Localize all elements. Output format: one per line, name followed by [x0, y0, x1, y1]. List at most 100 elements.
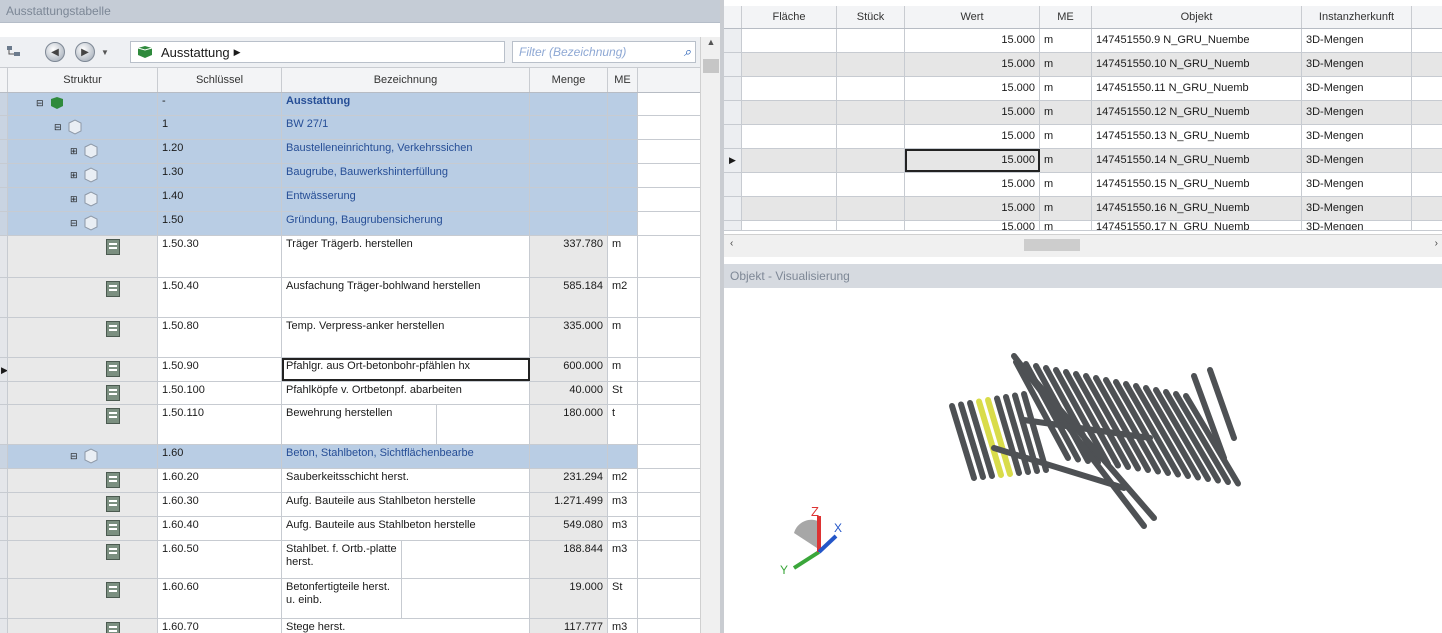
header-flaeche[interactable]: Fläche	[742, 6, 837, 28]
stueck-cell[interactable]	[837, 197, 905, 220]
quantity-cell[interactable]: 40.000	[530, 382, 608, 404]
tree-node[interactable]	[8, 405, 158, 444]
quantity-cell[interactable]: 180.000	[530, 405, 608, 444]
collapse-icon[interactable]: ⊟	[70, 217, 78, 230]
scroll-right-icon[interactable]: ›	[1435, 238, 1438, 249]
visualization-viewport[interactable]: Z X Y	[724, 288, 1442, 633]
table-row[interactable]: 1.50.40 Ausfachung Träger-bohlwand herst…	[0, 278, 700, 318]
objekt-cell[interactable]: 147451550.9 N_GRU_Nuembe	[1092, 29, 1302, 52]
scroll-thumb[interactable]	[703, 59, 719, 73]
description-cell[interactable]: Temp. Verpress-anker herstellen	[282, 318, 530, 357]
objekt-cell[interactable]: 147451550.12 N_GRU_Nuemb	[1092, 101, 1302, 124]
table-row[interactable]: ⊟ - Ausstattung	[0, 93, 700, 116]
description-edit-cell[interactable]: Pfahlgr. aus Ort-betonbohr-pfählen hx	[282, 358, 530, 381]
forward-button[interactable]: ▶	[74, 41, 96, 63]
flaeche-cell[interactable]	[742, 125, 837, 148]
stueck-cell[interactable]	[837, 29, 905, 52]
stueck-cell[interactable]	[837, 221, 905, 230]
description-cell[interactable]: Aufg. Bauteile aus Stahlbeton herstelle	[282, 493, 530, 516]
flaeche-cell[interactable]	[742, 101, 837, 124]
breadcrumb[interactable]: Ausstattung ▶	[130, 41, 505, 63]
collapse-icon[interactable]: ⊟	[36, 97, 44, 110]
header-wert[interactable]: Wert	[905, 6, 1040, 28]
header-objekt[interactable]: Objekt	[1092, 6, 1302, 28]
table-row[interactable]: 1.60.60 Betonfertigteile herst. u. einb.…	[0, 579, 700, 619]
instance-row[interactable]: 15.000 m 147451550.11 N_GRU_Nuemb 3D-Mengen	[724, 77, 1442, 101]
filter-input[interactable]: Filter (Bezeichnung) ⌕	[512, 41, 696, 63]
header-struktur[interactable]: Struktur	[8, 68, 158, 92]
objekt-cell[interactable]: 147451550.10 N_GRU_Nuemb	[1092, 53, 1302, 76]
quantity-cell[interactable]: 549.080	[530, 517, 608, 540]
flaeche-cell[interactable]	[742, 149, 837, 172]
table-row[interactable]: ⊞ 1.20 Baustelleneinrichtung, Verkehrssi…	[0, 140, 700, 164]
table-row[interactable]: 1.60.70 Stege herst. 117.777 m3	[0, 619, 700, 633]
wert-cell[interactable]: 15.000	[905, 125, 1040, 148]
description-cell[interactable]: Stahlbet. f. Ortb.-platte herst.	[282, 541, 402, 578]
table-row[interactable]: ⊟ 1.60 Beton, Stahlbeton, Sichtflächenbe…	[0, 445, 700, 469]
objekt-cell[interactable]: 147451550.13 N_GRU_Nuemb	[1092, 125, 1302, 148]
stueck-cell[interactable]	[837, 149, 905, 172]
tree-node[interactable]: ⊞	[8, 188, 158, 211]
history-dropdown-icon[interactable]: ▼	[98, 41, 112, 63]
pile-model-3d[interactable]: Z X Y	[724, 288, 1442, 633]
tree-node[interactable]	[8, 619, 158, 633]
wert-cell[interactable]: 15.000	[905, 197, 1040, 220]
description-cell[interactable]: Sauberkeitsschicht herst.	[282, 469, 530, 492]
instance-row-selected[interactable]: ▶ 15.000 m 147451550.14 N_GRU_Nuemb 3D-Menge…	[724, 149, 1442, 173]
instance-row[interactable]: 15.000 m 147451550.17 N_GRU_Nuemb 3D-Mengen	[724, 221, 1442, 231]
expand-icon[interactable]: ⊞	[70, 193, 78, 206]
flaeche-cell[interactable]	[742, 29, 837, 52]
tree-node[interactable]: ⊟	[8, 445, 158, 468]
scroll-up-icon[interactable]: ▲	[701, 37, 720, 47]
instance-row[interactable]: 15.000 m 147451550.12 N_GRU_Nuemb 3D-Mengen	[724, 101, 1442, 125]
header-me[interactable]: ME	[1040, 6, 1092, 28]
objekt-cell[interactable]: 147451550.11 N_GRU_Nuemb	[1092, 77, 1302, 100]
quantity-cell[interactable]: 335.000	[530, 318, 608, 357]
table-row[interactable]: 1.60.30 Aufg. Bauteile aus Stahlbeton he…	[0, 493, 700, 517]
description-cell[interactable]: Bewehrung herstellen	[282, 405, 437, 444]
objekt-cell[interactable]: 147451550.16 N_GRU_Nuemb	[1092, 197, 1302, 220]
quantity-cell[interactable]: 585.184	[530, 278, 608, 317]
stueck-cell[interactable]	[837, 173, 905, 196]
quantity-cell[interactable]: 337.780	[530, 236, 608, 277]
description-cell[interactable]: Betonfertigteile herst. u. einb.	[282, 579, 402, 618]
expand-icon[interactable]: ⊞	[70, 145, 78, 158]
header-bezeichnung[interactable]: Bezeichnung	[282, 68, 530, 92]
stueck-cell[interactable]	[837, 53, 905, 76]
quantity-cell[interactable]: 1.271.499	[530, 493, 608, 516]
table-row[interactable]: ⊞ 1.30 Baugrube, Bauwerkshinterfüllung	[0, 164, 700, 188]
tree-node[interactable]	[8, 236, 158, 277]
table-row[interactable]: 1.50.110 Bewehrung herstellen 180.000 t	[0, 405, 700, 445]
vertical-scrollbar[interactable]: ▲	[700, 37, 720, 633]
tree-node[interactable]	[8, 382, 158, 404]
stueck-cell[interactable]	[837, 101, 905, 124]
collapse-icon[interactable]: ⊟	[54, 121, 62, 134]
wert-cell[interactable]: 15.000	[905, 53, 1040, 76]
quantity-cell[interactable]: 117.777	[530, 619, 608, 633]
wert-cell[interactable]: 15.000	[905, 221, 1040, 230]
description-cell[interactable]: Aufg. Bauteile aus Stahlbeton herstelle	[282, 517, 530, 540]
flaeche-cell[interactable]	[742, 77, 837, 100]
description-cell[interactable]: Träger Trägerb. herstellen	[282, 236, 530, 277]
table-row-selected[interactable]: ▶ 1.50.90 Pfahlgr. aus Ort-betonbohr-pfä…	[0, 358, 700, 382]
tree-node[interactable]	[8, 517, 158, 540]
table-row[interactable]: ⊟ 1.50 Gründung, Baugrubensicherung	[0, 212, 700, 236]
tree-node[interactable]	[8, 278, 158, 317]
tree-node[interactable]: ⊟	[8, 116, 158, 139]
quantity-cell[interactable]: 231.294	[530, 469, 608, 492]
header-menge[interactable]: Menge	[530, 68, 608, 92]
stueck-cell[interactable]	[837, 77, 905, 100]
quantity-cell[interactable]: 188.844	[530, 541, 608, 578]
header-stueck[interactable]: Stück	[837, 6, 905, 28]
collapse-icon[interactable]: ⊟	[70, 450, 78, 463]
flaeche-cell[interactable]	[742, 221, 837, 230]
tree-node[interactable]	[8, 469, 158, 492]
tree-node[interactable]: ⊞	[8, 140, 158, 163]
table-row[interactable]: 1.60.50 Stahlbet. f. Ortb.-platte herst.…	[0, 541, 700, 579]
back-button[interactable]: ◀	[44, 41, 66, 63]
wert-cell[interactable]: 15.000	[905, 101, 1040, 124]
tree-node[interactable]	[8, 493, 158, 516]
instance-row[interactable]: 15.000 m 147451550.13 N_GRU_Nuemb 3D-Mengen	[724, 125, 1442, 149]
description-cell[interactable]: Stege herst.	[282, 619, 530, 633]
wert-edit-cell[interactable]: 15.000	[905, 149, 1040, 172]
